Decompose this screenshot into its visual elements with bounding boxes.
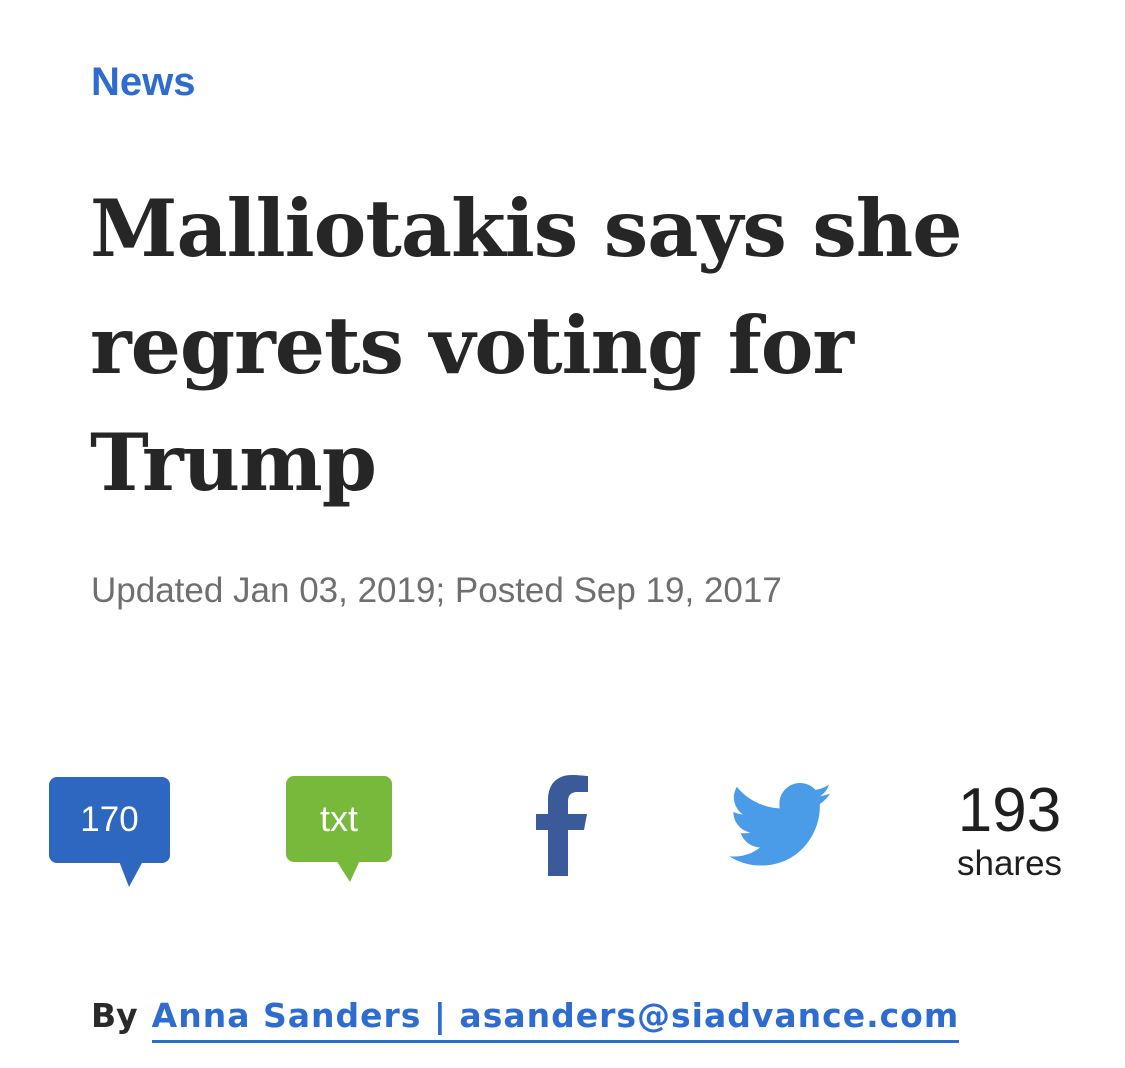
byline: By Anna Sanders | asanders@siadvance.com — [91, 994, 960, 1043]
twitter-share-button[interactable] — [729, 783, 835, 869]
text-share-button[interactable]: txt — [286, 776, 392, 882]
facebook-share-button[interactable] — [532, 774, 592, 876]
twitter-icon — [729, 783, 832, 866]
byline-prefix: By — [91, 996, 138, 1035]
comments-button[interactable]: 170 — [49, 777, 170, 887]
article-dateline: Updated Jan 03, 2019; Posted Sep 19, 201… — [91, 571, 782, 610]
comments-bubble-tail — [119, 861, 143, 887]
article-headline: Malliotakis says she regrets voting for … — [90, 182, 963, 509]
share-count-label: shares — [957, 844, 1063, 883]
share-count-number: 193 — [957, 776, 1062, 845]
share-count: 193 shares — [957, 779, 1062, 885]
section-link-news[interactable]: News — [91, 58, 196, 106]
facebook-icon — [536, 775, 588, 876]
text-bubble-tail — [336, 860, 360, 882]
author-link[interactable]: Anna Sanders | asanders@siadvance.com — [151, 996, 960, 1043]
